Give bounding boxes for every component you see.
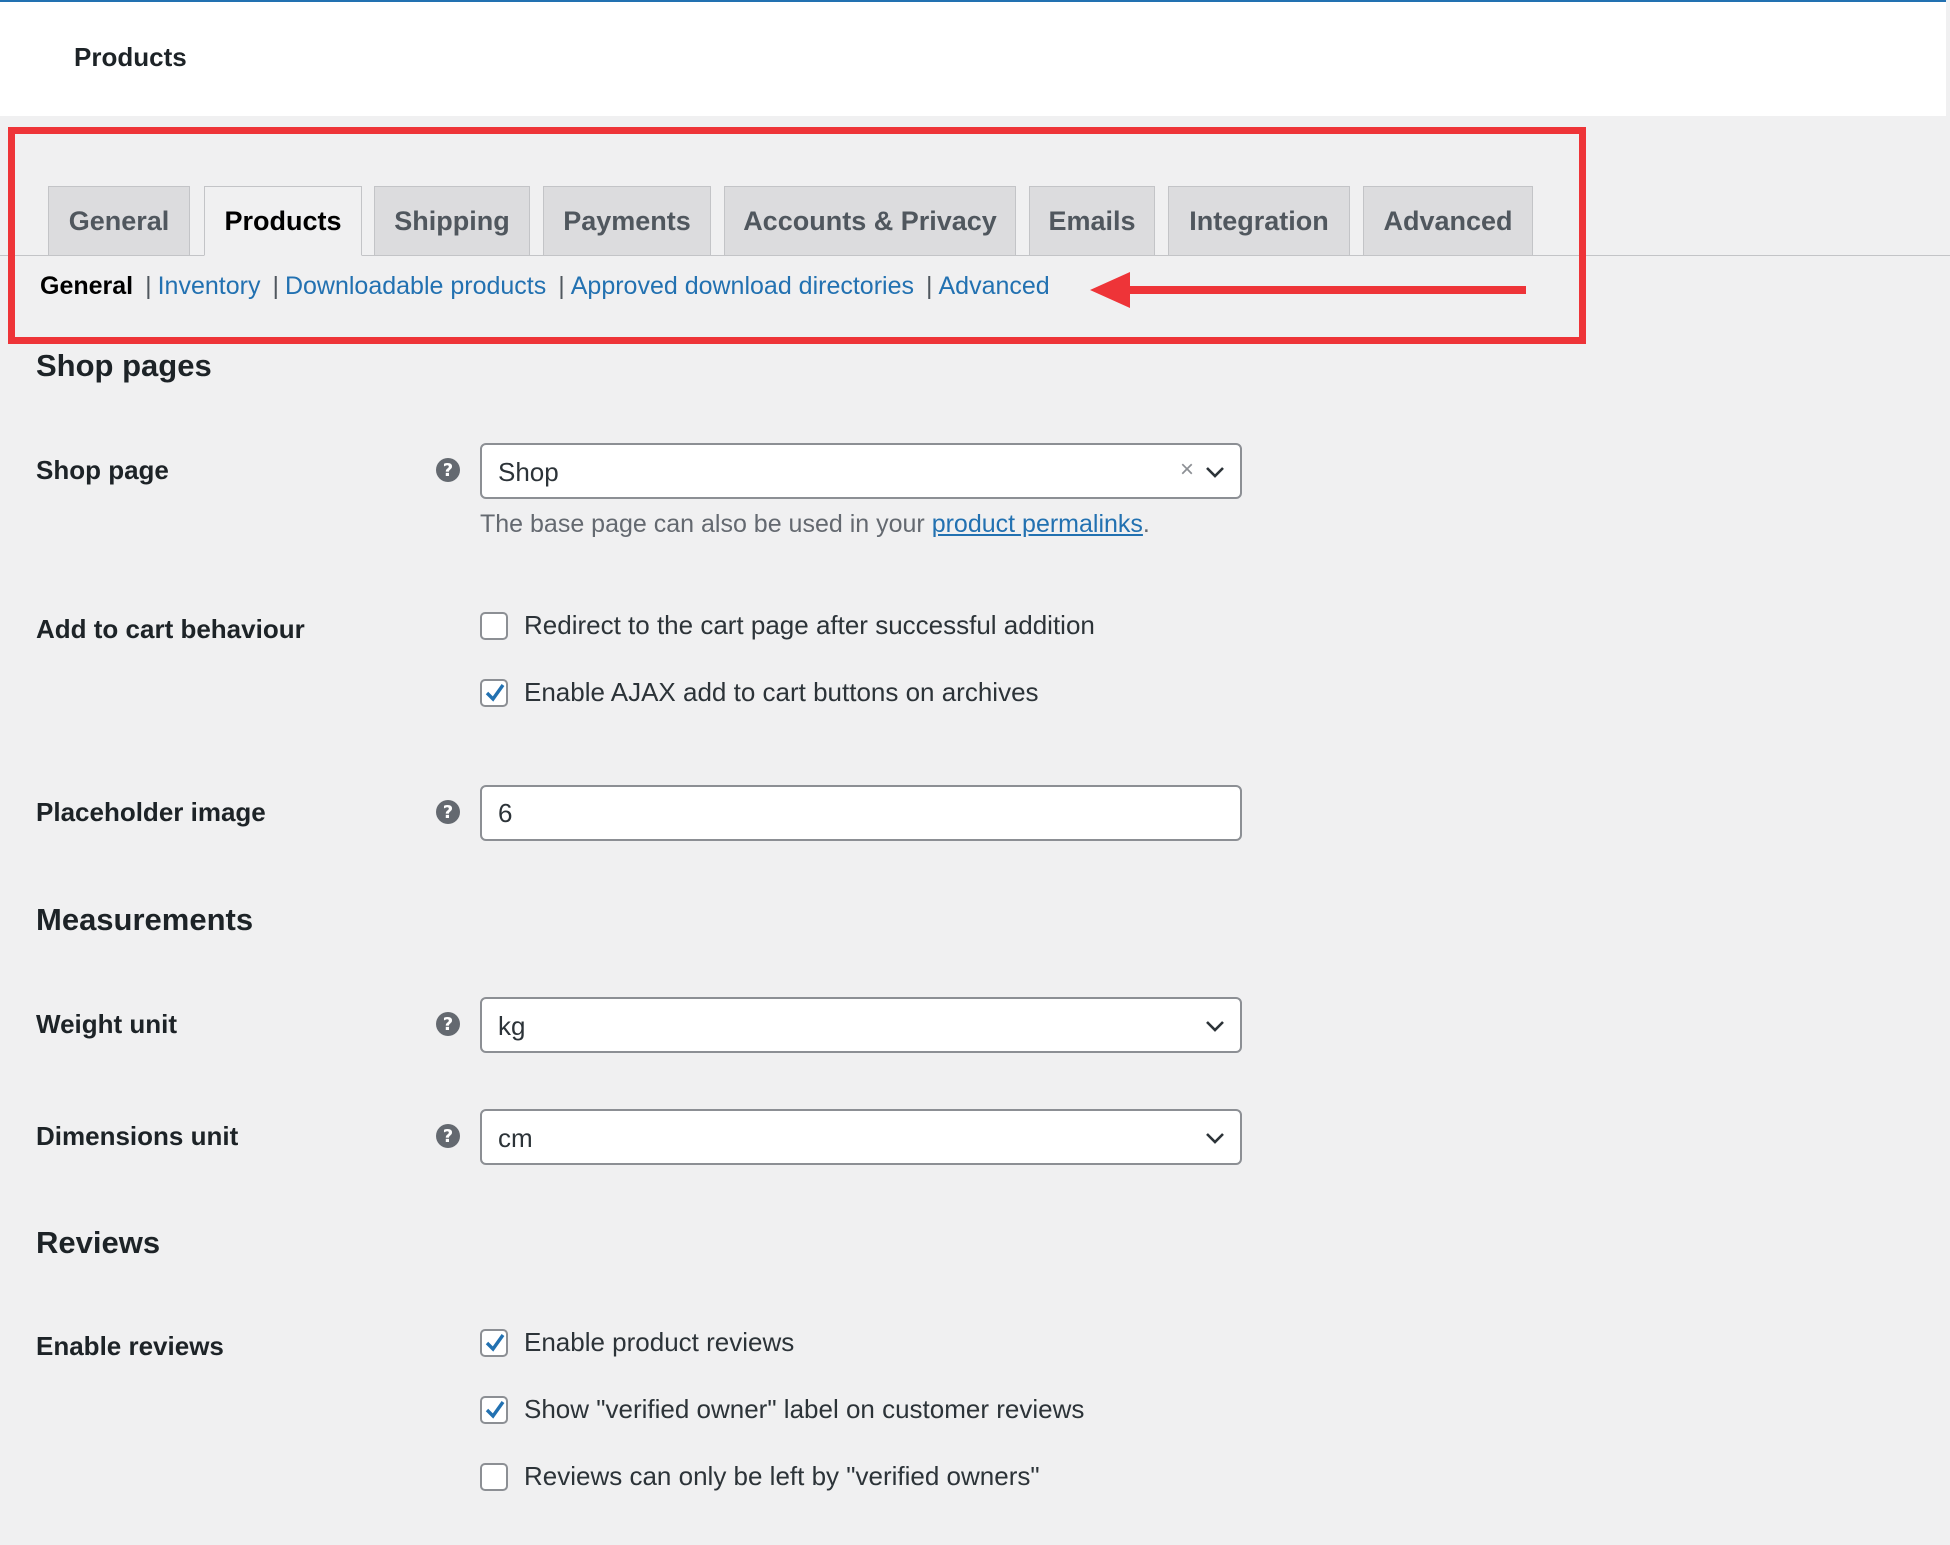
subsection-link-inventory[interactable]: Inventory (158, 272, 261, 301)
checkbox-label: Redirect to the cart page after successf… (524, 610, 1095, 640)
separator: | (558, 272, 565, 300)
section-title-reviews: Reviews (36, 1225, 161, 1260)
checkmark-icon (485, 1333, 505, 1352)
tab-accounts-privacy[interactable]: Accounts & Privacy (724, 186, 1016, 255)
chevron-down-icon (1206, 1133, 1224, 1144)
checkbox-label: Show "verified owner" label on customer … (524, 1394, 1085, 1424)
label-enable-reviews: Enable reviews (36, 1331, 224, 1361)
tab-shipping[interactable]: Shipping (374, 186, 530, 255)
section-title-shop-pages: Shop pages (36, 348, 212, 383)
shop-page-value: Shop (498, 457, 559, 487)
dimensions-unit-select[interactable]: cm (480, 1109, 1242, 1165)
checkbox-verified-owner-label[interactable] (480, 1395, 508, 1424)
subsection-current-general: General (40, 272, 134, 300)
tab-emails[interactable]: Emails (1029, 186, 1155, 255)
label-add-to-cart-behaviour: Add to cart behaviour (36, 614, 305, 644)
placeholder-image-input[interactable]: 6 (480, 785, 1242, 841)
header-edge (1946, 0, 1950, 116)
separator: | (272, 272, 279, 300)
option-redirect-to-cart[interactable]: Redirect to the cart page after successf… (480, 610, 1095, 641)
checkmark-icon (485, 1400, 505, 1419)
tab-integration[interactable]: Integration (1168, 186, 1350, 255)
tab-advanced[interactable]: Advanced (1363, 186, 1533, 255)
subsection-link-downloadable-products[interactable]: Downloadable products (285, 272, 546, 301)
checkbox-enable-ajax[interactable] (480, 678, 508, 707)
tab-payments[interactable]: Payments (543, 186, 711, 255)
checkbox-redirect-to-cart[interactable] (480, 611, 508, 640)
checkbox-label: Enable AJAX add to cart buttons on archi… (524, 677, 1039, 707)
subsection-link-advanced[interactable]: Advanced (939, 272, 1050, 301)
question-circle-icon[interactable]: ? (436, 1124, 460, 1148)
page-title: Products (74, 42, 187, 72)
weight-unit-value: kg (498, 1011, 526, 1041)
separator: | (145, 272, 152, 300)
clear-x-icon[interactable]: × (1180, 456, 1194, 484)
weight-unit-select[interactable]: kg (480, 997, 1242, 1053)
tab-general[interactable]: General (48, 186, 190, 255)
option-enable-product-reviews[interactable]: Enable product reviews (480, 1327, 794, 1358)
chevron-down-icon (1206, 1021, 1224, 1032)
separator: | (926, 272, 933, 300)
option-verified-owner-label[interactable]: Show "verified owner" label on customer … (480, 1394, 1084, 1425)
subsection-nav: General | Inventory | Downloadable produ… (40, 272, 1050, 301)
description-suffix: . (1142, 510, 1150, 538)
label-shop-page: Shop page (36, 455, 169, 485)
shop-page-description: The base page can also be used in your p… (480, 510, 1150, 539)
product-permalinks-link[interactable]: product permalinks (932, 510, 1143, 538)
checkbox-verified-owners-only[interactable] (480, 1462, 508, 1491)
label-placeholder-image: Placeholder image (36, 797, 266, 827)
dimensions-unit-value: cm (498, 1123, 533, 1153)
annotation-arrow-icon (1090, 272, 1526, 308)
subsection-link-approved-download-directories[interactable]: Approved download directories (571, 272, 914, 301)
tab-products[interactable]: Products (204, 186, 362, 256)
option-verified-owners-only[interactable]: Reviews can only be left by "verified ow… (480, 1461, 1040, 1492)
checkbox-label: Enable product reviews (524, 1327, 795, 1357)
checkmark-icon (485, 683, 505, 702)
question-circle-icon[interactable]: ? (436, 800, 460, 824)
checkbox-enable-product-reviews[interactable] (480, 1328, 508, 1357)
label-weight-unit: Weight unit (36, 1009, 178, 1039)
page-header: Products (0, 0, 1946, 116)
chevron-down-icon (1206, 467, 1224, 478)
question-circle-icon[interactable]: ? (436, 458, 460, 482)
settings-tabs: General Products Shipping Payments Accou… (0, 186, 1950, 256)
option-enable-ajax[interactable]: Enable AJAX add to cart buttons on archi… (480, 677, 1039, 708)
section-title-measurements: Measurements (36, 902, 254, 937)
question-circle-icon[interactable]: ? (436, 1012, 460, 1036)
shop-page-select[interactable]: Shop × (480, 443, 1242, 499)
label-dimensions-unit: Dimensions unit (36, 1121, 239, 1151)
checkbox-label: Reviews can only be left by "verified ow… (524, 1461, 1040, 1491)
description-text: The base page can also be used in your (480, 510, 932, 538)
